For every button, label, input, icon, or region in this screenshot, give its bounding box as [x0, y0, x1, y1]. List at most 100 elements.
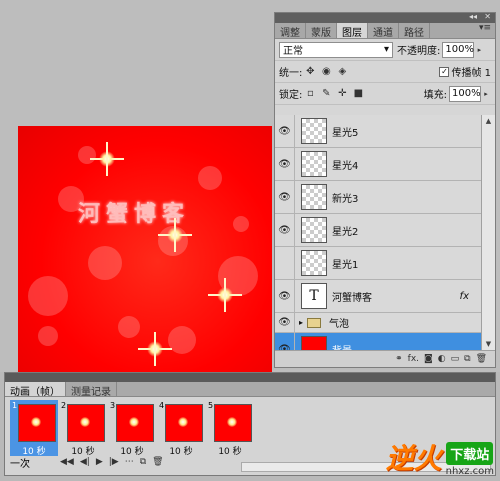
layers-footer: ⚭ fx. ◙ ◐ ▭ ⧉ 🗑 — [275, 350, 495, 367]
scroll-up-icon[interactable]: ▲ — [482, 115, 495, 128]
lock-transparent-icon[interactable]: ▫ — [304, 88, 316, 100]
frame-number: 3 — [110, 401, 116, 410]
frame-number: 2 — [61, 401, 67, 410]
propagate-label: 传播帧 1 — [451, 68, 491, 79]
unify-visibility-icon[interactable]: ◉ — [320, 66, 332, 78]
blend-mode-select[interactable]: 正常 ▾ — [279, 41, 393, 58]
eye-icon[interactable]: 👁 — [275, 313, 295, 332]
frame-delay[interactable]: 10 秒 — [208, 444, 252, 457]
animation-titlebar — [5, 373, 495, 382]
frame-number: 5 — [208, 401, 214, 410]
eye-hidden-icon[interactable] — [275, 247, 295, 279]
layer-name: 星光1 — [332, 259, 359, 271]
animation-frame[interactable]: 1 10 秒 — [10, 400, 58, 457]
layer-thumbnail — [301, 118, 327, 144]
panel-menu-icon[interactable]: ▾≡ — [475, 23, 495, 38]
layer-group-row[interactable]: 👁 ▸ 气泡 — [275, 313, 481, 333]
panel-titlebar: ◂◂ ✕ — [275, 12, 495, 23]
watermark: 逆火 下载站 nhxz.com — [386, 437, 494, 477]
new-layer-icon[interactable]: ⧉ — [464, 354, 470, 364]
tab-masks[interactable]: 蒙版 — [306, 23, 337, 39]
lock-brush-icon[interactable]: ✎ — [320, 88, 332, 100]
tab-measurement-log[interactable]: 测量记录 — [66, 382, 117, 398]
blend-row: 正常 ▾ 不透明度: 100% ▸ — [275, 39, 495, 61]
tab-paths[interactable]: 路径 — [399, 23, 430, 39]
eye-icon[interactable]: 👁 — [275, 148, 295, 180]
adjustment-icon[interactable]: ◐ — [438, 354, 446, 364]
watermark-url: nhxz.com — [445, 466, 494, 477]
frame-thumbnail — [18, 404, 56, 442]
frame-thumbnail — [165, 404, 203, 442]
animation-frame[interactable]: 5 10 秒 — [206, 400, 254, 457]
lock-all-icon[interactable]: ■ — [352, 88, 364, 100]
animation-frame[interactable]: 2 10 秒 — [59, 400, 107, 457]
tween-icon[interactable]: ⋯ — [125, 457, 134, 467]
lock-row: 锁定: ▫ ✎ ✛ ■ 填充: 100% ▸ — [275, 83, 495, 105]
layer-thumbnail — [301, 184, 327, 210]
layer-thumbnail — [301, 151, 327, 177]
unify-position-icon[interactable]: ✥ — [304, 66, 316, 78]
tab-channels[interactable]: 通道 — [368, 23, 399, 39]
prev-frame-icon[interactable]: ◀| — [80, 457, 90, 467]
unify-label: 统一: — [279, 68, 303, 79]
opacity-input[interactable]: 100% — [442, 41, 475, 58]
frame-thumbnail — [116, 404, 154, 442]
text-layer-icon: T — [301, 283, 327, 309]
folder-icon[interactable]: ▭ — [451, 354, 460, 364]
mask-icon[interactable]: ◙ — [424, 354, 433, 364]
layer-row[interactable]: 👁 T 河蟹博客 fx — [275, 280, 481, 313]
animation-tabs: 动画（帧） 测量记录 — [5, 382, 495, 398]
frame-delay[interactable]: 10 秒 — [61, 444, 105, 457]
frame-number: 1 — [12, 401, 18, 410]
document-canvas[interactable]: 河蟹博客 — [18, 126, 272, 372]
propagate-checkbox[interactable]: ✓ — [439, 66, 450, 77]
collapse-icon[interactable]: ◂◂ — [469, 12, 477, 21]
blend-mode-value: 正常 — [283, 46, 303, 57]
panel-tabs: 调整 蒙版 图层 通道 路径 ▾≡ — [275, 23, 495, 39]
tab-adjustments[interactable]: 调整 — [275, 23, 306, 39]
unify-row: 统一: ✥ ◉ ◈ ✓ 传播帧 1 — [275, 61, 495, 83]
layer-row[interactable]: 👁 星光2 — [275, 214, 481, 247]
first-frame-icon[interactable]: ◀◀ — [60, 457, 74, 467]
opacity-slider-icon[interactable]: ▸ — [474, 46, 484, 54]
animation-frame[interactable]: 4 10 秒 — [157, 400, 205, 457]
eye-icon[interactable]: 👁 — [275, 214, 295, 246]
fx-icon[interactable]: fx. — [408, 354, 419, 364]
trash-icon[interactable]: 🗑 — [152, 457, 163, 467]
play-icon[interactable]: ▶ — [96, 457, 103, 467]
trash-icon[interactable]: 🗑 — [476, 354, 487, 364]
eye-icon[interactable]: 👁 — [275, 280, 295, 312]
watermark-logo: 逆火 — [385, 442, 442, 475]
frame-delay[interactable]: 10 秒 — [110, 444, 154, 457]
fill-input[interactable]: 100% — [449, 85, 481, 102]
workspace: 河蟹博客 ◂◂ ✕ 调整 蒙版 图层 通道 路径 ▾≡ 正常 ▾ 不透明度: 1… — [0, 0, 500, 372]
layer-row[interactable]: 👁 新光3 — [275, 181, 481, 214]
layer-name: 气泡 — [329, 319, 350, 330]
layer-thumbnail — [301, 250, 327, 276]
layer-row[interactable]: 👁 星光4 — [275, 148, 481, 181]
expand-arrow-icon[interactable]: ▸ — [299, 318, 303, 327]
frame-delay[interactable]: 10 秒 — [159, 444, 203, 457]
frame-delay[interactable]: 10 秒 — [12, 444, 56, 457]
folder-icon — [307, 317, 322, 328]
fill-slider-icon[interactable]: ▸ — [481, 90, 491, 98]
eye-icon[interactable]: 👁 — [275, 115, 295, 147]
link-icon[interactable]: ⚭ — [395, 354, 403, 364]
layers-scrollbar[interactable]: ▲ ▼ — [481, 115, 495, 351]
close-icon[interactable]: ✕ — [484, 12, 491, 21]
tab-layers[interactable]: 图层 — [337, 23, 368, 39]
layer-row[interactable]: 👁 星光5 — [275, 115, 481, 148]
unify-style-icon[interactable]: ◈ — [336, 66, 348, 78]
lock-label: 锁定: — [279, 90, 303, 101]
lock-move-icon[interactable]: ✛ — [336, 88, 348, 100]
animation-frame[interactable]: 3 10 秒 — [108, 400, 156, 457]
eye-icon[interactable]: 👁 — [275, 181, 295, 213]
tab-animation[interactable]: 动画（帧） — [5, 382, 66, 398]
fx-icon[interactable]: fx — [460, 291, 469, 302]
layer-name: 星光2 — [332, 226, 359, 238]
layer-name: 新光3 — [332, 193, 359, 205]
duplicate-frame-icon[interactable]: ⧉ — [140, 457, 146, 467]
layer-row[interactable]: 星光1 — [275, 247, 481, 280]
layer-name: 河蟹博客 — [332, 292, 372, 304]
next-frame-icon[interactable]: |▶ — [109, 457, 119, 467]
